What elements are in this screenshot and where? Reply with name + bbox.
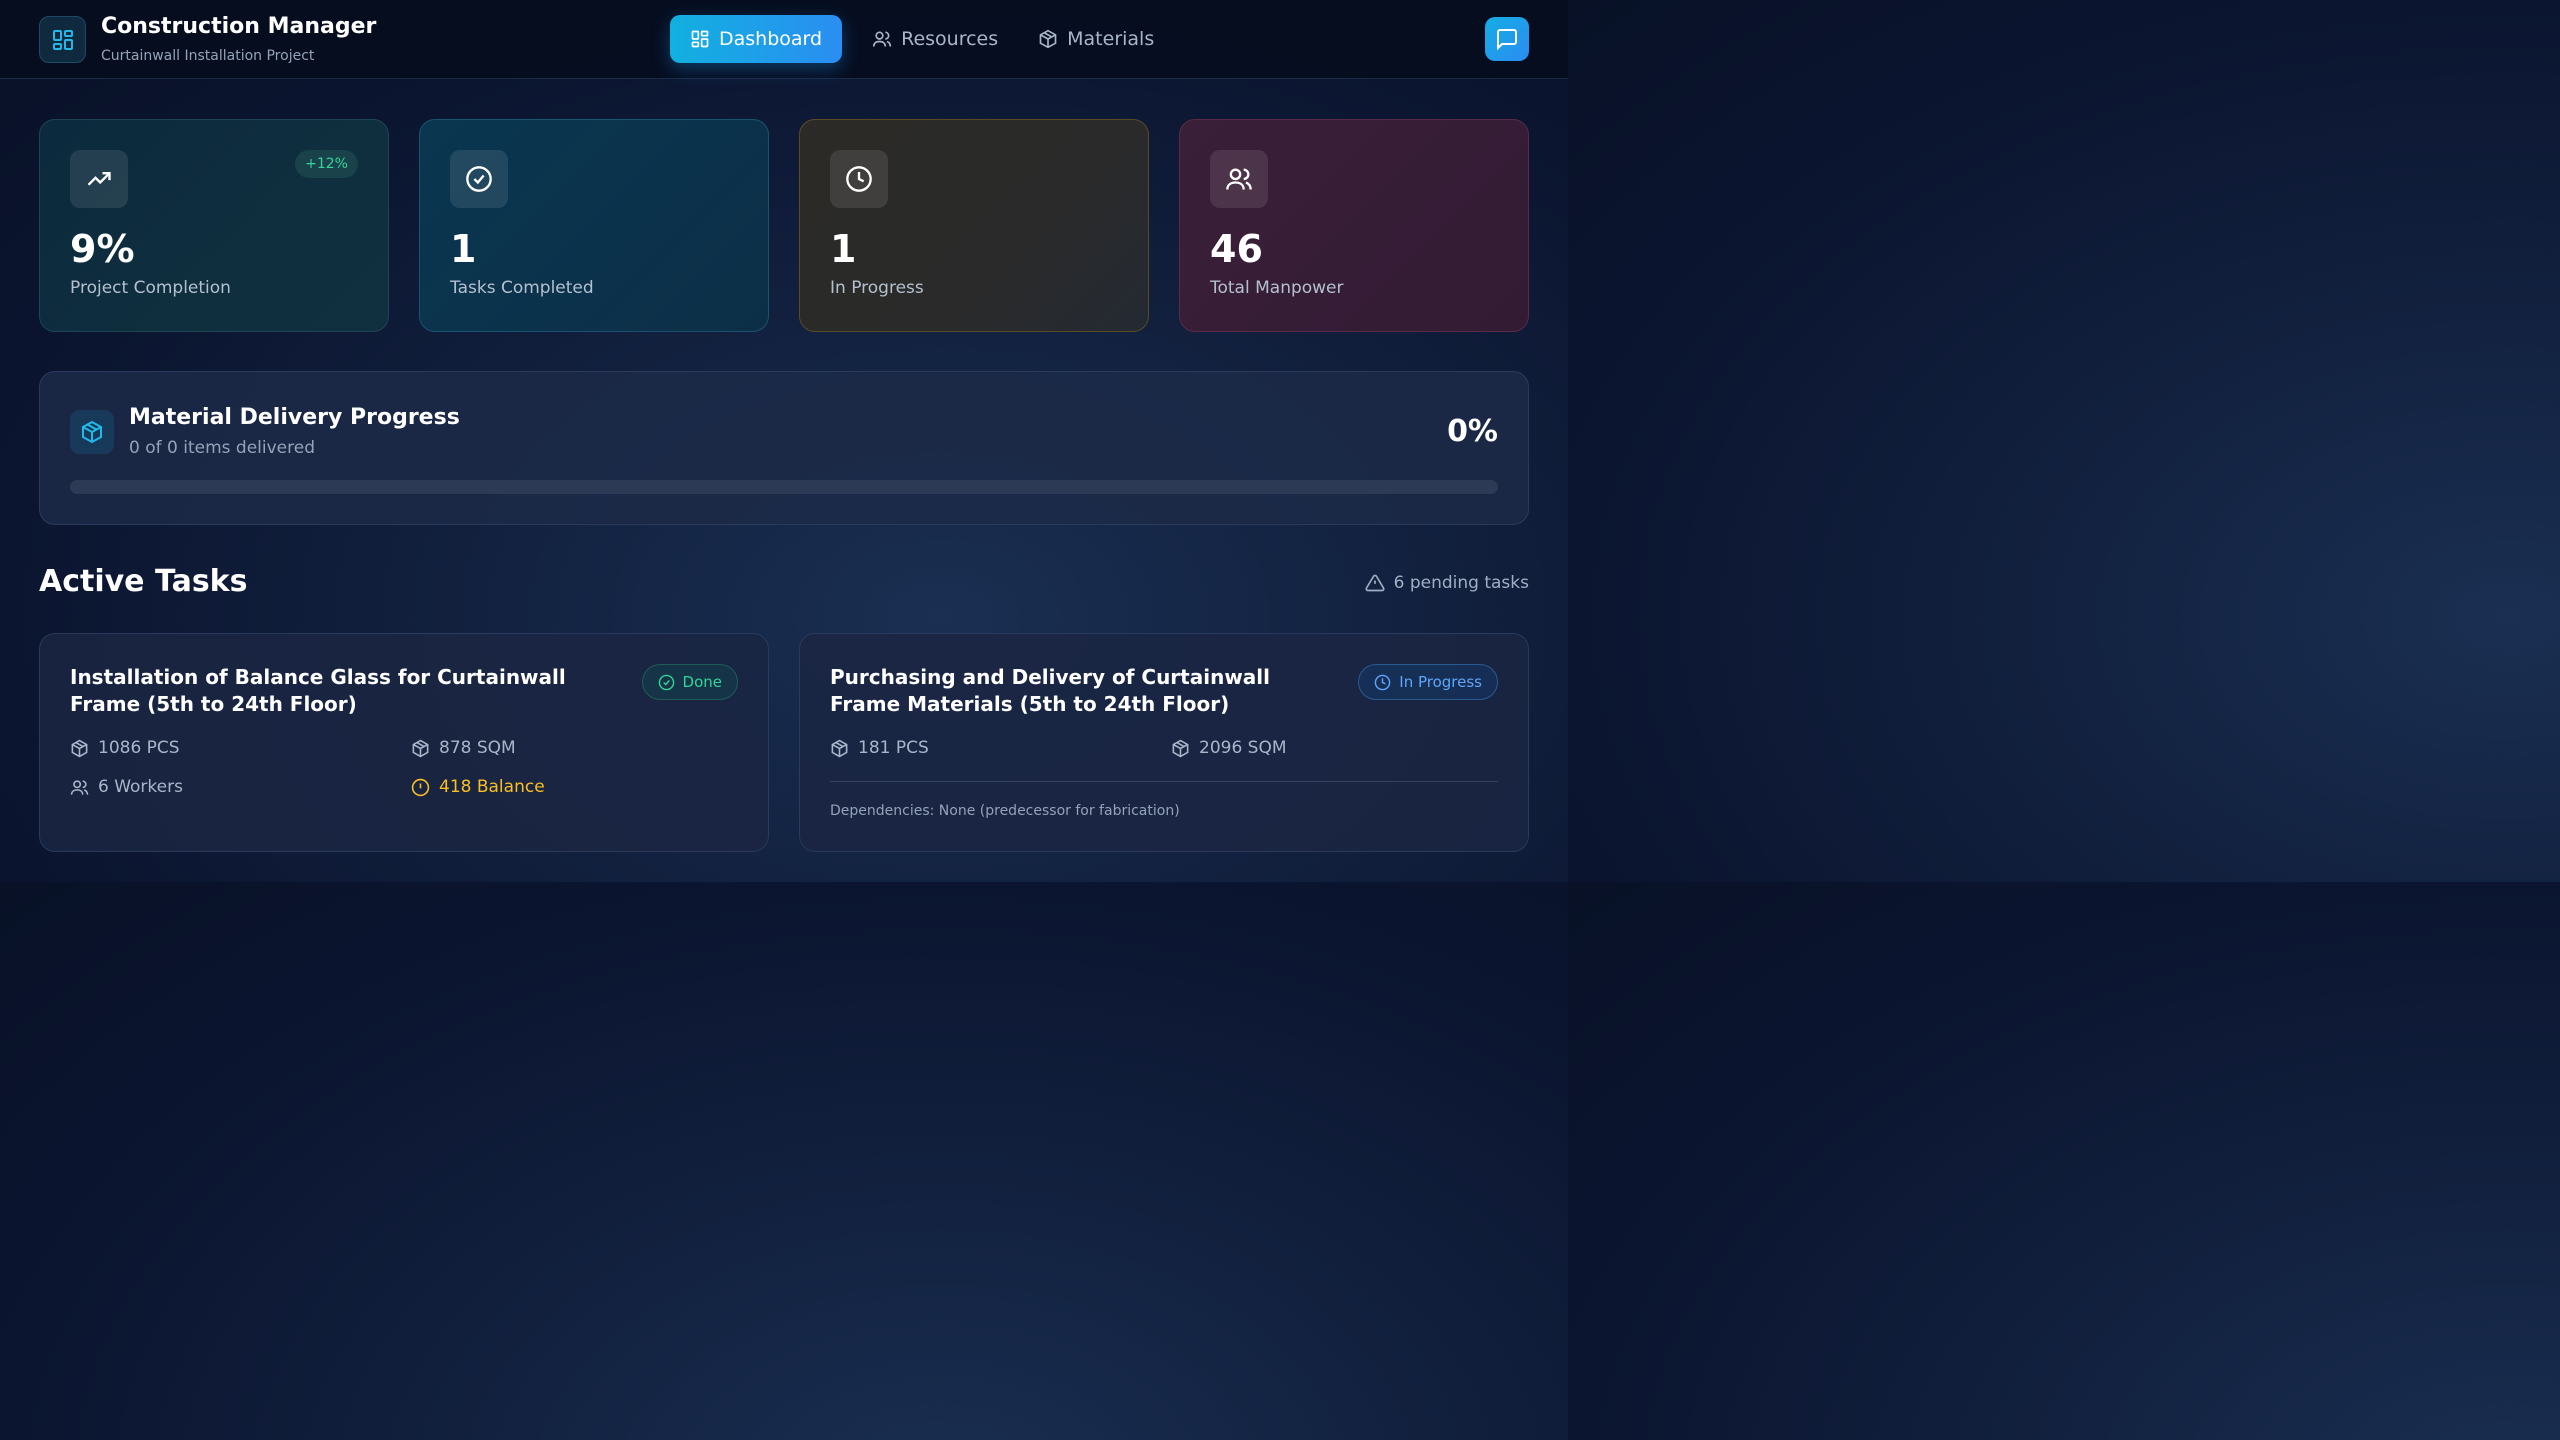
status-badge: In Progress (1358, 664, 1498, 700)
task-workers-value: 6 Workers (98, 777, 183, 797)
task-balance-value: 418 Balance (439, 777, 545, 797)
task-sqm: 878 SQM (411, 738, 516, 758)
status-label: Done (682, 673, 722, 691)
task-sqm-value: 2096 SQM (1199, 738, 1287, 758)
task-pcs: 181 PCS (830, 738, 929, 758)
task-sqm-value: 878 SQM (439, 738, 516, 758)
app-subtitle: Curtainwall Installation Project (101, 48, 315, 64)
check-circle-icon (658, 674, 675, 691)
users-icon (70, 778, 89, 797)
delivery-title: Material Delivery Progress (129, 405, 460, 430)
task-sqm: 2096 SQM (1171, 738, 1287, 758)
package-icon (70, 739, 89, 758)
nav-resources[interactable]: Resources (852, 15, 1018, 63)
stat-value: 1 (450, 227, 477, 271)
alert-circle-icon (411, 778, 430, 797)
stat-value: 9% (70, 227, 135, 271)
task-balance: 418 Balance (411, 777, 545, 797)
task-title: Installation of Balance Glass for Curtai… (70, 665, 566, 716)
task-pcs: 1086 PCS (70, 738, 180, 758)
message-square-icon (1495, 27, 1519, 51)
section-title: Active Tasks (39, 564, 248, 599)
stat-badge: +12% (295, 150, 358, 178)
package-icon (411, 739, 430, 758)
pending-tasks: 6 pending tasks (1365, 573, 1529, 593)
material-delivery-card: Material Delivery Progress 0 of 0 items … (39, 371, 1529, 525)
chat-button[interactable] (1485, 17, 1529, 61)
status-label: In Progress (1399, 673, 1482, 691)
logo-icon (39, 16, 86, 63)
status-badge: Done (641, 664, 738, 700)
stat-card-tasks-completed: 1 Tasks Completed (419, 119, 769, 332)
main-nav: Dashboard Resources Materials (670, 15, 1174, 63)
users-icon (872, 29, 892, 49)
package-icon (830, 739, 849, 758)
nav-dashboard[interactable]: Dashboard (670, 15, 843, 63)
stat-label: Total Manpower (1210, 278, 1344, 298)
stat-label: Tasks Completed (450, 278, 594, 298)
package-icon (1038, 29, 1058, 49)
stat-value: 1 (830, 227, 857, 271)
delivery-subtitle: 0 of 0 items delivered (129, 438, 315, 458)
stat-card-total-manpower: 46 Total Manpower (1179, 119, 1529, 332)
task-card[interactable]: Installation of Balance Glass for Curtai… (39, 633, 769, 852)
nav-materials[interactable]: Materials (1018, 15, 1174, 63)
trending-up-icon (70, 150, 128, 208)
nav-resources-label: Resources (901, 28, 999, 50)
users-icon (1210, 150, 1268, 208)
task-card[interactable]: Purchasing and Delivery of Curtainwall F… (799, 633, 1529, 852)
clock-icon (830, 150, 888, 208)
stat-label: Project Completion (70, 278, 231, 298)
task-title: Purchasing and Delivery of Curtainwall F… (830, 665, 1270, 716)
task-dependencies: Dependencies: None (predecessor for fabr… (830, 803, 1180, 819)
task-pcs-value: 181 PCS (858, 738, 929, 758)
layout-grid-icon (690, 29, 710, 49)
nav-dashboard-label: Dashboard (719, 28, 823, 50)
stat-value: 46 (1210, 227, 1263, 271)
stat-card-project-completion: +12% 9% Project Completion (39, 119, 389, 332)
stat-card-in-progress: 1 In Progress (799, 119, 1149, 332)
task-workers: 6 Workers (70, 777, 183, 797)
delivery-percent: 0% (1447, 414, 1498, 449)
app-title: Construction Manager (101, 14, 377, 39)
top-bar: Construction Manager Curtainwall Install… (0, 0, 1568, 79)
package-icon (1171, 739, 1190, 758)
delivery-progress-bar (70, 480, 1498, 494)
task-pcs-value: 1086 PCS (98, 738, 180, 758)
package-icon (70, 410, 114, 454)
check-circle-icon (450, 150, 508, 208)
nav-materials-label: Materials (1067, 28, 1155, 50)
divider (830, 781, 1498, 782)
alert-triangle-icon (1365, 573, 1385, 593)
clock-icon (1374, 674, 1391, 691)
pending-tasks-label: 6 pending tasks (1393, 573, 1529, 593)
stat-label: In Progress (830, 278, 924, 298)
